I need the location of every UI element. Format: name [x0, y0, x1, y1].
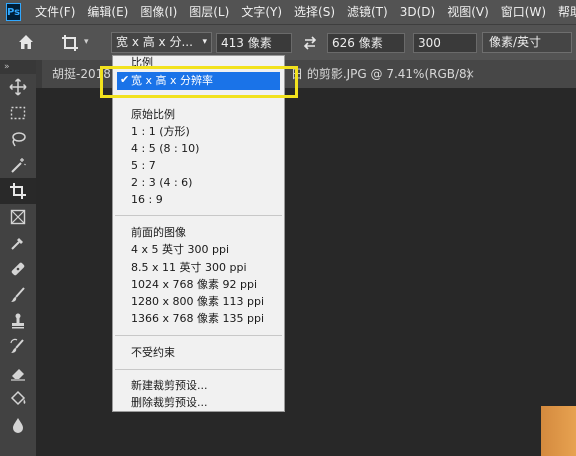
dropdown-item-ratio-4-5[interactable]: 4 : 5 (8 : 10)	[131, 142, 199, 156]
menu-3d[interactable]: 3D(D)	[394, 0, 441, 24]
menu-select[interactable]: 选择(S)	[288, 0, 341, 24]
tool-paint-bucket[interactable]	[0, 386, 36, 412]
menu-layer[interactable]: 图层(L)	[183, 0, 235, 24]
crop-ratio-value: 宽 x 高 x 分...	[116, 35, 193, 49]
tool-brush[interactable]	[0, 282, 36, 308]
tool-eraser[interactable]	[0, 360, 36, 386]
swap-icon[interactable]	[302, 35, 318, 51]
dropdown-header-ratio[interactable]: 比例	[131, 56, 153, 70]
dropdown-divider	[115, 335, 282, 336]
dropdown-item-front-image[interactable]: 前面的图像	[131, 226, 186, 240]
rectangle-marquee-icon	[10, 106, 26, 120]
tool-magic-wand[interactable]	[0, 152, 36, 178]
tool-eyedropper[interactable]	[0, 230, 36, 256]
tools-panel: »	[0, 60, 36, 456]
dropdown-item-ratio-16-9[interactable]: 16 : 9	[131, 193, 163, 207]
crop-icon	[10, 183, 26, 199]
dropdown-item-8-5x11-inch[interactable]: 8.5 x 11 英寸 300 ppi	[131, 261, 247, 275]
photoshop-logo: Ps	[6, 3, 22, 21]
dropdown-divider	[115, 96, 282, 97]
dropdown-item-delete-crop-preset[interactable]: 删除裁剪预设...	[131, 396, 208, 410]
width-field[interactable]: 413 像素	[216, 33, 292, 53]
dropdown-item-unconstrained[interactable]: 不受约束	[131, 346, 175, 360]
healing-brush-icon	[11, 262, 25, 276]
dropdown-item-4x5-inch[interactable]: 4 x 5 英寸 300 ppi	[131, 243, 229, 257]
dropdown-item-1280x800[interactable]: 1280 x 800 像素 113 ppi	[131, 295, 264, 309]
document-tab-title-rest: 日 的剪影.JPG @ 7.41%(RGB/8)	[291, 67, 472, 81]
dropdown-item-width-height-resolution[interactable]: ✔ 宽 x 高 x 分辨率	[117, 72, 280, 90]
menu-type[interactable]: 文字(Y)	[235, 0, 288, 24]
move-icon	[9, 78, 27, 96]
menu-view[interactable]: 视图(V)	[441, 0, 495, 24]
tool-marquee[interactable]	[0, 100, 36, 126]
menu-file[interactable]: 文件(F)	[29, 0, 81, 24]
menu-image[interactable]: 图像(I)	[134, 0, 183, 24]
blur-drop-icon	[13, 418, 23, 433]
document-image	[541, 406, 576, 456]
brush-icon	[11, 287, 25, 302]
dropdown-item-label: 宽 x 高 x 分辨率	[131, 74, 214, 87]
options-bar: ▾ 宽 x 高 x 分... ▾ 413 像素 626 像素 300 像素/英寸	[0, 24, 576, 60]
tool-lasso[interactable]	[0, 126, 36, 152]
tool-frame[interactable]	[0, 204, 36, 230]
menu-window[interactable]: 窗口(W)	[495, 0, 552, 24]
history-brush-icon	[10, 338, 24, 353]
dropdown-item-ratio-2-3[interactable]: 2 : 3 (4 : 6)	[131, 176, 192, 190]
magic-wand-icon	[11, 158, 26, 173]
lasso-icon	[12, 132, 26, 147]
home-icon[interactable]	[18, 34, 34, 50]
menu-edit[interactable]: 编辑(E)	[81, 0, 134, 24]
tool-blur[interactable]	[0, 412, 36, 438]
menu-filter[interactable]: 滤镜(T)	[341, 0, 394, 24]
frame-icon	[10, 209, 26, 225]
crop-tool-preset-icon[interactable]	[60, 33, 80, 53]
menu-help[interactable]: 帮助(H)	[552, 0, 576, 24]
tool-clone-stamp[interactable]	[0, 308, 36, 334]
tool-crop[interactable]	[0, 178, 36, 204]
crop-ratio-dropdown: 比例 ✔ 宽 x 高 x 分辨率 原始比例 1 : 1 (方形) 4 : 5 (…	[112, 55, 285, 412]
menu-bar: Ps 文件(F) 编辑(E) 图像(I) 图层(L) 文字(Y) 选择(S) 滤…	[0, 0, 576, 24]
dropdown-divider	[115, 215, 282, 216]
tool-healing-brush[interactable]	[0, 256, 36, 282]
chevron-down-icon: ▾	[202, 37, 207, 47]
resolution-unit-select[interactable]: 像素/英寸	[482, 32, 572, 53]
dropdown-item-ratio-5-7[interactable]: 5 : 7	[131, 159, 156, 173]
crop-ratio-select[interactable]: 宽 x 高 x 分... ▾	[111, 32, 212, 53]
dropdown-item-ratio-1-1[interactable]: 1 : 1 (方形)	[131, 125, 190, 139]
dropdown-item-new-crop-preset[interactable]: 新建裁剪预设...	[131, 379, 208, 393]
clone-stamp-icon	[12, 313, 24, 329]
eraser-icon	[11, 369, 25, 381]
eyedropper-icon	[11, 238, 23, 250]
dropdown-divider	[115, 369, 282, 370]
collapse-toolbar-icon[interactable]: »	[0, 60, 36, 74]
tool-history-brush[interactable]	[0, 334, 36, 360]
close-icon[interactable]: ×	[465, 60, 475, 88]
dropdown-item-original-ratio[interactable]: 原始比例	[131, 108, 175, 122]
height-field[interactable]: 626 像素	[327, 33, 405, 53]
document-tab-title: 胡挺-2018	[52, 67, 111, 81]
dropdown-item-1024x768[interactable]: 1024 x 768 像素 92 ppi	[131, 278, 257, 292]
checkmark-icon: ✔	[120, 73, 130, 86]
resolution-field[interactable]: 300	[413, 33, 477, 53]
tool-move[interactable]	[0, 74, 36, 100]
chevron-down-icon[interactable]: ▾	[84, 37, 89, 47]
paint-bucket-icon	[10, 390, 26, 406]
dropdown-item-1366x768[interactable]: 1366 x 768 像素 135 ppi	[131, 312, 264, 326]
